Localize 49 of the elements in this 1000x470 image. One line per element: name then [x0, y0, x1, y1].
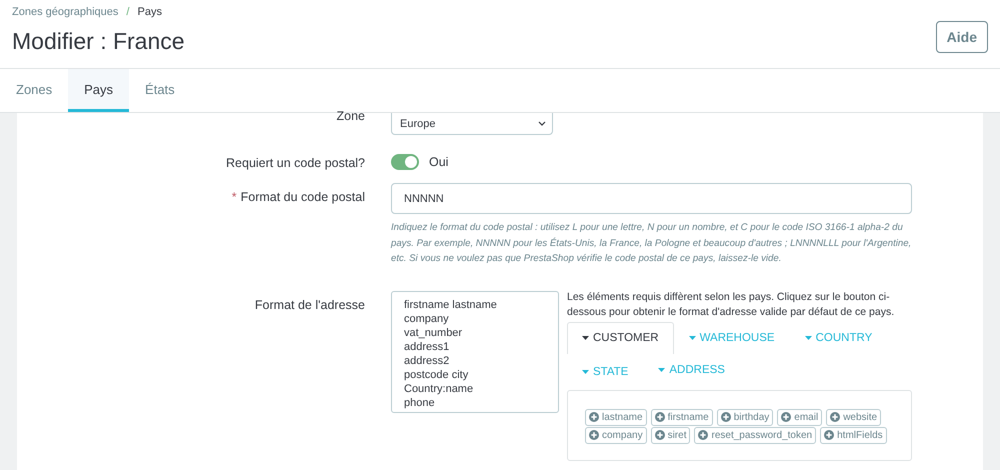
tab[interactable]: États	[129, 69, 191, 112]
breadcrumb-current: Pays	[137, 6, 162, 18]
plus-circle-icon	[698, 430, 708, 440]
address-format-textarea[interactable]: firstname lastname company vat_number address1 address2 postcode city Country:name phone	[391, 290, 559, 412]
field-chip[interactable]: siret	[650, 426, 690, 444]
field-chip[interactable]: lastname	[585, 408, 647, 426]
caret-icon	[688, 336, 696, 340]
address-tab[interactable]: ADDRESS	[643, 354, 740, 386]
field-chip[interactable]: company	[585, 426, 647, 444]
plus-circle-icon	[589, 412, 599, 422]
chevron-icon	[538, 121, 546, 126]
field-label: Format de l'adresse	[254, 296, 365, 312]
field-chip[interactable]: email	[777, 408, 822, 426]
field-label: Requiert un code postal?	[225, 155, 365, 171]
address-tab[interactable]: COUNTRY	[790, 322, 888, 354]
field-chip[interactable]: birthday	[716, 408, 774, 426]
tab[interactable]: Zones	[0, 69, 68, 112]
postcode-format-input[interactable]: NNNNN	[391, 183, 912, 214]
field-chip[interactable]: firstname	[650, 408, 713, 426]
caret-icon	[658, 368, 666, 372]
help-text: Indiquez le format du code postal : utilisez L pour une lettre, N pour un nombre, et C pour le code ISO 3166-1 alpha-2 du pays. Par exemple, NNNNN pour les États-Unis, la France, la Pologne et beaucoup d'autres ; LNNNNLLL pour l'Argentine, etc. Si vous ne voulez pas que PrestaShop vérifie le code postal de ce pays, laissez-le vide.	[391, 221, 912, 266]
plus-circle-icon	[654, 430, 665, 440]
plus-circle-icon	[720, 412, 731, 422]
plus-circle-icon	[654, 412, 665, 422]
caret-icon	[582, 336, 589, 340]
breadcrumb-separator: /	[126, 6, 130, 18]
page-title: Modifier : France	[12, 28, 185, 55]
zone-select[interactable]: Europe	[391, 113, 553, 135]
plus-circle-icon	[830, 412, 840, 422]
field-chip[interactable]: htmlFields	[820, 426, 887, 444]
plus-circle-icon	[824, 430, 834, 440]
address-tab[interactable]: STATE	[567, 356, 644, 388]
plus-circle-icon	[589, 430, 599, 440]
breadcrumb-link[interactable]: Zones géographiques	[12, 6, 118, 18]
caret-icon	[804, 336, 812, 340]
field-label: Zone	[336, 108, 365, 124]
caret-icon	[582, 370, 589, 374]
toggle-label: Oui	[429, 155, 448, 169]
field-chip[interactable]: reset_password_token	[694, 426, 816, 444]
toggle-switch[interactable]	[391, 154, 419, 170]
plus-circle-icon	[781, 412, 792, 422]
help-button[interactable]: Aide	[936, 21, 988, 53]
address-tab[interactable]: CUSTOMER	[567, 322, 674, 354]
help-text: Les éléments requis diffèrent selon les pays. Cliquez sur le bouton ci-dessous pour obtenir le format d'adresse valide par défaut de ce pays.	[567, 290, 896, 320]
address-tab[interactable]: WAREHOUSE	[674, 322, 790, 354]
field-chip[interactable]: website	[826, 408, 882, 426]
required-asterisk: *	[232, 190, 237, 204]
field-label: * Format du code postal	[230, 189, 365, 205]
tab[interactable]: Pays	[68, 69, 130, 112]
